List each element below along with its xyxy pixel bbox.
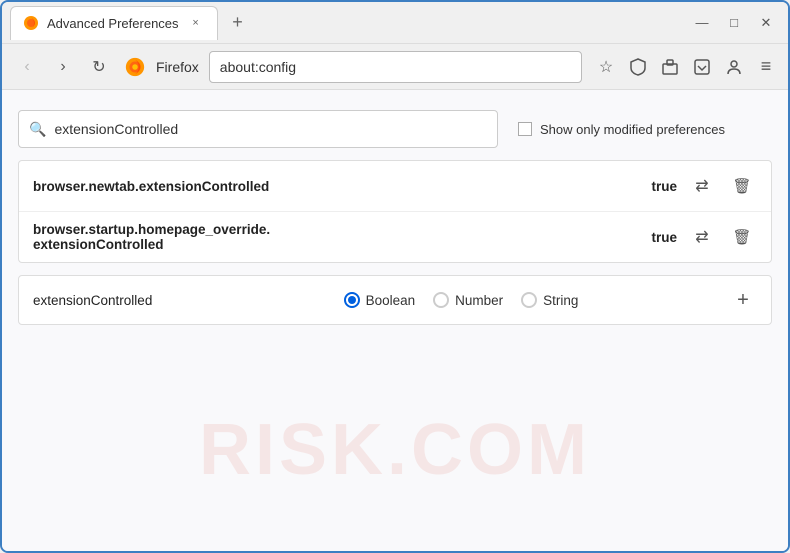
bookmark-star-icon[interactable]: ☆	[594, 55, 618, 79]
pref-name-1: browser.newtab.extensionControlled	[33, 179, 639, 194]
menu-icon[interactable]: ≡	[754, 55, 778, 79]
type-boolean-option[interactable]: Boolean	[344, 292, 416, 308]
table-row: browser.startup.homepage_override. exten…	[19, 212, 771, 262]
add-preference-button[interactable]: +	[729, 286, 757, 314]
new-preference-section: extensionControlled Boolean Number	[18, 275, 772, 325]
nav-icons-group: ☆	[594, 55, 778, 79]
trash-icon-2: 🗑	[732, 228, 751, 246]
pref-actions-2: ⇄ 🗑	[687, 222, 757, 252]
firefox-logo-icon	[124, 56, 146, 78]
active-tab[interactable]: Advanced Preferences ×	[10, 6, 218, 40]
pref-value-2: true	[639, 230, 677, 245]
new-tab-button[interactable]: +	[224, 9, 252, 37]
maximize-button[interactable]: □	[720, 9, 748, 37]
delete-button-1[interactable]: 🗑	[727, 171, 757, 201]
boolean-label: Boolean	[366, 293, 416, 308]
new-pref-name: extensionControlled	[33, 293, 193, 308]
browser-window: Advanced Preferences × + — □ ✕ ‹ › ↻ Fir…	[0, 0, 790, 553]
pref-value-1: true	[639, 179, 677, 194]
refresh-button[interactable]: ↻	[84, 52, 114, 82]
modified-checkbox[interactable]	[518, 122, 532, 136]
table-row: browser.newtab.extensionControlled true …	[19, 161, 771, 212]
swap-icon-2: ⇄	[695, 227, 708, 247]
browser-name-label: Firefox	[156, 59, 199, 75]
address-bar[interactable]: about:config	[209, 51, 582, 83]
page-content: RISK.COM 🔍 Show only modified preference…	[2, 90, 788, 551]
pref-actions-1: ⇄ 🗑	[687, 171, 757, 201]
modified-label: Show only modified preferences	[540, 122, 725, 137]
tab-title: Advanced Preferences	[47, 16, 179, 31]
tab-favicon	[23, 15, 39, 31]
shield-icon[interactable]	[626, 55, 650, 79]
swap-button-2[interactable]: ⇄	[687, 222, 717, 252]
boolean-radio[interactable]	[344, 292, 360, 308]
tab-close-button[interactable]: ×	[187, 14, 205, 32]
modified-prefs-filter[interactable]: Show only modified preferences	[518, 122, 725, 137]
number-label: Number	[455, 293, 503, 308]
pref-name-2-line2: extensionControlled	[33, 237, 639, 252]
pref-name-2-container: browser.startup.homepage_override. exten…	[33, 222, 639, 252]
title-bar: Advanced Preferences × + — □ ✕	[2, 2, 788, 44]
search-box[interactable]: 🔍	[18, 110, 498, 148]
number-radio[interactable]	[433, 292, 449, 308]
watermark: RISK.COM	[199, 409, 591, 491]
back-button[interactable]: ‹	[12, 52, 42, 82]
type-options: Boolean Number String	[213, 292, 709, 308]
swap-button-1[interactable]: ⇄	[687, 171, 717, 201]
string-radio[interactable]	[521, 292, 537, 308]
string-label: String	[543, 293, 578, 308]
forward-button[interactable]: ›	[48, 52, 78, 82]
trash-icon-1: 🗑	[732, 177, 751, 195]
account-icon[interactable]	[722, 55, 746, 79]
type-string-option[interactable]: String	[521, 292, 578, 308]
search-section: 🔍 Show only modified preferences	[18, 110, 772, 148]
search-input[interactable]	[54, 121, 487, 137]
delete-button-2[interactable]: 🗑	[727, 222, 757, 252]
close-button[interactable]: ✕	[752, 9, 780, 37]
search-icon: 🔍	[29, 121, 46, 138]
minimize-button[interactable]: —	[688, 9, 716, 37]
window-controls: — □ ✕	[688, 9, 780, 37]
boolean-radio-dot	[348, 296, 356, 304]
extension-icon[interactable]	[658, 55, 682, 79]
address-text: about:config	[220, 59, 296, 75]
type-number-option[interactable]: Number	[433, 292, 503, 308]
navigation-bar: ‹ › ↻ Firefox about:config ☆	[2, 44, 788, 90]
swap-icon-1: ⇄	[695, 176, 708, 196]
preferences-table: browser.newtab.extensionControlled true …	[18, 160, 772, 263]
pocket-icon[interactable]	[690, 55, 714, 79]
pref-name-2-line1: browser.startup.homepage_override.	[33, 222, 639, 237]
